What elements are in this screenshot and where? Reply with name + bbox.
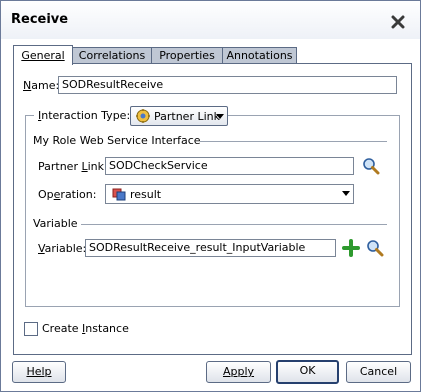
chevron-down-icon xyxy=(216,114,224,119)
apply-button[interactable]: Apply xyxy=(206,361,271,383)
tab-general[interactable]: General xyxy=(13,45,73,65)
tab-properties-label: Properties xyxy=(159,49,215,62)
variable-group-separator xyxy=(81,224,387,225)
operation-value: result xyxy=(130,188,162,201)
interaction-type-value: Partner Link xyxy=(154,110,220,123)
help-button[interactable]: Help xyxy=(12,361,66,383)
ok-button-label: OK xyxy=(299,364,316,377)
partner-link-search-icon[interactable] xyxy=(362,157,380,175)
tab-correlations[interactable]: Correlations xyxy=(72,47,152,64)
variable-search-icon[interactable] xyxy=(366,239,384,257)
apply-button-label: Apply xyxy=(222,365,255,378)
role-group-title: My Role Web Service Interface xyxy=(33,134,201,147)
dialog-title: Receive xyxy=(11,12,69,27)
variable-label: Variable: xyxy=(38,242,87,255)
interaction-type-dropdown[interactable]: Partner Link xyxy=(130,106,228,126)
tab-general-label: General xyxy=(21,49,65,62)
operation-label: Operation: xyxy=(38,188,97,201)
tab-annotations[interactable]: Annotations xyxy=(222,47,297,64)
partner-link-field[interactable]: SODCheckService xyxy=(105,157,354,175)
close-icon[interactable] xyxy=(389,13,407,31)
partner-link-label: Partner Link: xyxy=(38,160,108,173)
chevron-down-icon xyxy=(342,191,350,196)
role-group-separator xyxy=(200,141,387,142)
interaction-type-label: Interaction Type: xyxy=(34,107,135,125)
cancel-button-label: Cancel xyxy=(359,365,398,378)
partner-link-icon xyxy=(136,109,150,123)
variable-group-title: Variable xyxy=(33,217,78,230)
ok-button[interactable]: OK xyxy=(276,360,339,384)
name-label-rest: ame: xyxy=(31,79,60,92)
create-instance-checkbox[interactable] xyxy=(24,322,38,336)
operation-select[interactable]: result xyxy=(105,184,354,204)
help-button-label: Help xyxy=(26,365,52,378)
create-instance-label: Create Instance xyxy=(42,322,129,335)
receive-dialog: Receive General Correlations Properties … xyxy=(0,0,421,392)
variable-field[interactable]: SODResultReceive_result_InputVariable xyxy=(85,239,336,257)
cancel-button[interactable]: Cancel xyxy=(346,361,411,383)
variable-add-icon[interactable] xyxy=(342,239,360,257)
general-panel: Name: SODResultReceive Interaction Type:… xyxy=(13,63,412,355)
name-field[interactable]: SODResultReceive xyxy=(58,76,397,94)
tab-properties[interactable]: Properties xyxy=(151,47,223,64)
tab-correlations-label: Correlations xyxy=(78,49,146,62)
operation-icon xyxy=(112,188,126,201)
name-label: Name: xyxy=(23,79,60,92)
tab-annotations-label: Annotations xyxy=(226,49,293,62)
title-bar: Receive xyxy=(1,1,420,39)
